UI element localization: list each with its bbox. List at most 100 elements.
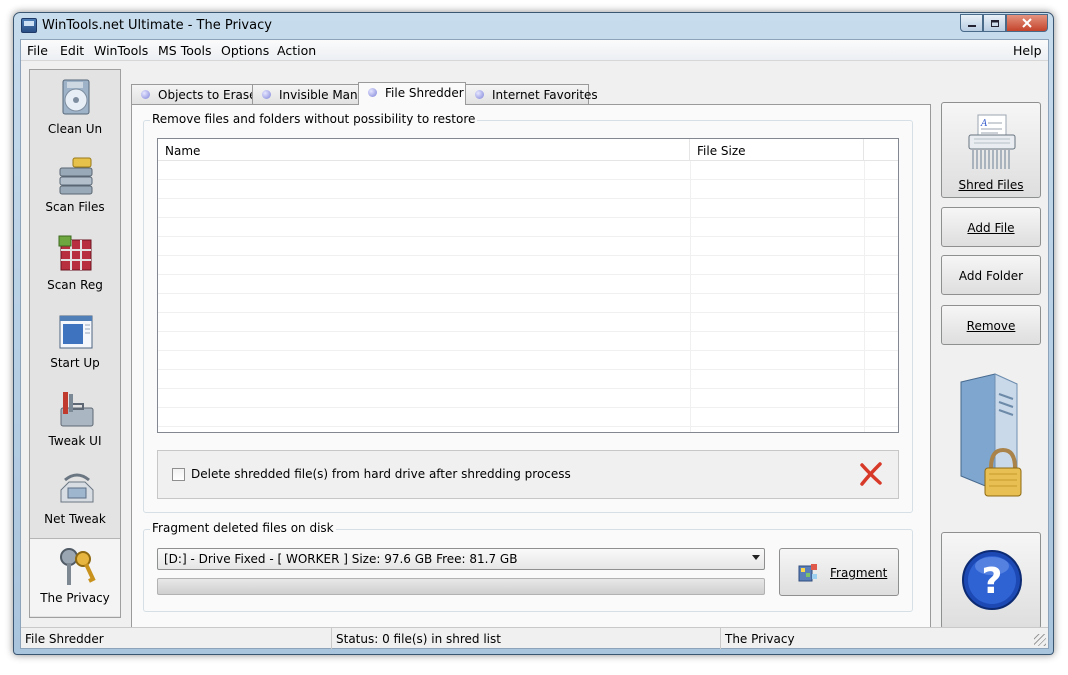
fragment-group: Fragment deleted files on disk [D:] - Dr… [143,521,913,612]
tab-label: Internet Favorites [492,88,598,102]
fragment-button[interactable]: Fragment [779,548,899,596]
sidebar-item-tweak-ui[interactable]: Tweak UI [30,382,120,460]
chevron-down-icon [752,555,760,560]
empty-row [158,389,898,408]
empty-row [158,256,898,275]
minimize-icon [967,25,976,27]
svg-text:A: A [980,119,988,129]
menu-bar: File Edit WinTools MS Tools Options Acti… [21,40,1048,61]
tab-internet-favorites[interactable]: Internet Favorites [465,84,598,104]
sidebar-item-clean-un[interactable]: Clean Un [30,70,120,148]
sidebar-item-scan-files[interactable]: Scan Files [30,148,120,226]
app-icon[interactable] [21,18,37,33]
menu-ms-tools[interactable]: MS Tools [158,43,212,58]
tab-bullet-icon [475,90,484,99]
menu-action[interactable]: Action [277,43,316,58]
client-area: File Edit WinTools MS Tools Options Acti… [20,39,1049,649]
tab-bullet-icon [368,88,377,97]
fragment-button-label: Fragment [830,566,888,580]
tab-file-shredder[interactable]: File Shredder [358,82,466,105]
shredder-group: Remove files and folders without possibi… [143,112,913,513]
sidebar-item-the-privacy[interactable]: The Privacy [30,538,120,616]
empty-row [158,180,898,199]
status-message: Status: 0 file(s) in shred list [332,628,721,649]
keys-icon [60,548,96,585]
sidebar-item-label: Scan Files [45,200,105,214]
empty-row [158,313,898,332]
empty-row [158,237,898,256]
file-shredder-panel: Remove files and folders without possibi… [131,104,931,628]
sidebar-item-label: Scan Reg [47,278,103,292]
tab-bullet-icon [141,90,150,99]
add-folder-label: Add Folder [958,269,1024,283]
scan-registry-icon [58,235,92,271]
clear-list-icon[interactable] [858,461,884,487]
empty-row [158,408,898,427]
network-phone-icon [60,473,94,503]
empty-row [158,161,898,180]
minimize-button[interactable] [960,14,983,32]
app-window: WinTools.net Ultimate - The Privacy File… [13,12,1054,655]
sidebar-item-start-up[interactable]: Start Up [30,304,120,382]
column-header-file-size[interactable]: File Size [690,139,864,161]
empty-row [158,199,898,218]
empty-row [158,370,898,389]
list-header: Name File Size [158,139,898,161]
shred-files-label: Shred Files [958,178,1024,192]
window-title: WinTools.net Ultimate - The Privacy [42,18,272,33]
status-section: The Privacy [725,632,795,646]
status-bar: File Shredder Status: 0 file(s) in shred… [21,627,1048,649]
help-icon: ? [962,550,1022,610]
maximize-button[interactable] [983,14,1006,32]
column-header-name[interactable]: Name [158,139,690,161]
menu-help[interactable]: Help [1013,43,1042,58]
add-folder-button[interactable]: Add Folder [941,255,1041,295]
tab-invisible-man[interactable]: Invisible Man [252,84,359,104]
fragment-group-title: Fragment deleted files on disk [150,521,336,535]
drive-select-value: [D:] - Drive Fixed - [ WORKER ] Size: 97… [164,552,518,566]
tab-bullet-icon [262,90,271,99]
resize-grip[interactable] [1034,634,1046,646]
empty-row [158,275,898,294]
drive-select[interactable]: [D:] - Drive Fixed - [ WORKER ] Size: 97… [157,548,765,570]
menu-file[interactable]: File [27,43,48,58]
shred-files-button[interactable]: A Shred Files [941,102,1041,198]
close-button[interactable] [1006,14,1048,32]
sidebar-item-net-tweak[interactable]: Net Tweak [30,460,120,538]
tab-label: Objects to Erase [158,88,257,102]
add-file-label: Add File [967,221,1015,235]
help-button[interactable]: ? [941,532,1041,629]
toolbox-icon [60,392,94,427]
remove-button[interactable]: Remove [941,305,1041,345]
scan-files-icon [59,157,93,195]
sidebar-item-scan-reg[interactable]: Scan Reg [30,226,120,304]
shred-file-list[interactable]: Name File Size [157,138,899,433]
sidebar-item-label: Tweak UI [48,434,102,448]
startup-window-icon [59,315,93,349]
menu-wintools[interactable]: WinTools [94,43,148,58]
status-module: File Shredder [21,628,332,649]
clean-uninstaller-icon [62,79,90,115]
delete-after-shred-label[interactable]: Delete shredded file(s) from hard drive … [191,467,571,481]
empty-row [158,351,898,370]
window-controls [960,14,1048,32]
tab-label: Invisible Man [279,88,358,102]
tab-label: File Shredder [385,86,464,100]
menu-options[interactable]: Options [221,43,269,58]
title-bar[interactable]: WinTools.net Ultimate - The Privacy [14,13,1053,39]
sidebar-item-label: The Privacy [40,591,110,605]
sidebar-item-label: Net Tweak [44,512,106,526]
secure-server-icon [960,373,1022,497]
fragment-icon [798,564,817,582]
menu-edit[interactable]: Edit [60,43,84,58]
sidebar-item-label: Clean Un [47,122,103,136]
empty-row [158,218,898,237]
delete-after-shred-checkbox[interactable] [172,468,185,481]
add-file-button[interactable]: Add File [941,207,1041,247]
restore-icon [990,20,999,27]
fragment-progress-bar [157,578,765,595]
module-sidebar: Clean Un Scan Files Scan Reg Start Up Tw… [29,69,121,618]
tab-objects-to-erase[interactable]: Objects to Erase [131,84,257,104]
sidebar-item-label: Start Up [50,356,100,370]
empty-row [158,294,898,313]
